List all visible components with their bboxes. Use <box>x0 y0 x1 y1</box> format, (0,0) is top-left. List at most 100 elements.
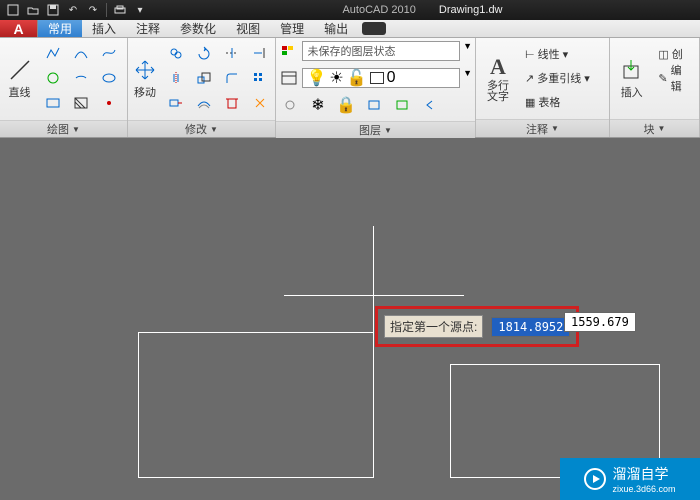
mtext-button[interactable]: A 多行 文字 <box>479 41 517 116</box>
coord-x-input[interactable]: 1814.8952 <box>491 317 570 337</box>
panel-draw: 直线 绘图▼ <box>0 38 128 137</box>
rotate-icon[interactable] <box>193 43 215 63</box>
tab-insert[interactable]: 插入 <box>82 20 126 37</box>
chevron-down-icon[interactable]: ▼ <box>463 41 472 61</box>
panel-block: 插入 ◫创 ✎编辑 块▼ <box>610 38 700 137</box>
save-icon[interactable] <box>44 2 62 18</box>
move-icon <box>133 58 157 82</box>
table-icon: ▦ <box>525 96 535 109</box>
create-icon: ◫ <box>658 48 668 61</box>
move-button[interactable]: 移动 <box>131 41 159 117</box>
layer-freeze-icon[interactable]: ❄ <box>307 95 329 115</box>
tab-view[interactable]: 视图 <box>226 20 270 37</box>
explode-icon[interactable] <box>249 93 271 113</box>
layer-iso-icon[interactable] <box>363 95 385 115</box>
drawing-rectangle-1 <box>138 332 374 478</box>
redo-icon[interactable]: ↷ <box>84 2 102 18</box>
tab-parametric[interactable]: 参数化 <box>170 20 226 37</box>
panel-label-annotation[interactable]: 注释▼ <box>476 119 609 137</box>
coord-y-input[interactable]: 1559.679 <box>564 312 636 332</box>
tab-extra-icon[interactable] <box>362 22 386 35</box>
chevron-down-icon[interactable]: ▼ <box>463 68 472 88</box>
tab-home[interactable]: 常用 <box>38 20 82 37</box>
copy-icon[interactable] <box>165 43 187 63</box>
quick-access-toolbar: ↶ ↷ ▾ <box>4 2 149 18</box>
lock-icon: 🔓 <box>347 68 367 88</box>
array-icon[interactable] <box>249 68 271 88</box>
layer-picker[interactable]: 💡 ☀ 🔓 0 <box>302 68 460 88</box>
drawing-viewport[interactable]: 指定第一个源点: 1814.8952 1559.679 溜溜自学 zixue.3… <box>0 138 700 500</box>
watermark: 溜溜自学 zixue.3d66.com <box>560 458 700 500</box>
dynamic-input-prompt: 指定第一个源点: 1814.8952 <box>375 306 579 347</box>
bulb-icon: 💡 <box>306 68 326 88</box>
circle-icon[interactable] <box>42 68 64 88</box>
watermark-url: zixue.3d66.com <box>612 484 675 494</box>
mirror-icon[interactable] <box>165 68 187 88</box>
print-icon[interactable] <box>111 2 129 18</box>
ellipse-icon[interactable] <box>98 68 120 88</box>
linear-dim-button[interactable]: ⊢线性 ▾ <box>525 43 590 65</box>
layer-off-icon[interactable] <box>279 95 301 115</box>
title-bar: ↶ ↷ ▾ AutoCAD 2010 Drawing1.dw <box>0 0 700 20</box>
app-name: AutoCAD 2010 <box>342 4 415 16</box>
file-name: Drawing1.dw <box>439 4 503 16</box>
sun-icon: ☀ <box>329 68 343 88</box>
undo-icon[interactable]: ↶ <box>64 2 82 18</box>
play-icon <box>584 468 606 490</box>
table-button[interactable]: ▦表格 <box>525 91 590 113</box>
insert-icon <box>620 58 644 82</box>
color-swatch <box>370 72 384 84</box>
edit-block-button[interactable]: ✎编辑 <box>658 67 692 89</box>
stretch-icon[interactable] <box>165 93 187 113</box>
app-menu-button[interactable]: A <box>0 20 38 37</box>
panel-label-block[interactable]: 块▼ <box>610 119 699 137</box>
tab-manage[interactable]: 管理 <box>270 20 314 37</box>
modify-tools <box>163 41 275 117</box>
panel-annotation: A 多行 文字 ⊢线性 ▾ ↗多重引线 ▾ ▦表格 注释▼ <box>476 38 610 137</box>
point-icon[interactable] <box>98 93 120 113</box>
panel-label-modify[interactable]: 修改▼ <box>128 120 275 137</box>
open-icon[interactable] <box>24 2 42 18</box>
panel-label-draw[interactable]: 绘图▼ <box>0 120 127 137</box>
layer-match-icon[interactable] <box>391 95 413 115</box>
layer-name: 0 <box>387 69 396 87</box>
trim-icon[interactable] <box>221 43 243 63</box>
arc-icon[interactable] <box>70 43 92 63</box>
qat-dropdown-icon[interactable]: ▾ <box>131 2 149 18</box>
offset-icon[interactable] <box>193 93 215 113</box>
command-prompt-text: 指定第一个源点: <box>384 315 483 338</box>
layer-prev-icon[interactable] <box>419 95 441 115</box>
layer-lock-icon[interactable]: 🔒 <box>335 95 357 115</box>
polyline-icon[interactable] <box>42 43 64 63</box>
tab-annotate[interactable]: 注释 <box>126 20 170 37</box>
spline-icon[interactable] <box>98 43 120 63</box>
erase-icon[interactable] <box>221 93 243 113</box>
panel-layer: 未保存的图层状态 ▼ 💡 ☀ 🔓 0 ▼ ❄ 🔒 <box>276 38 476 137</box>
panel-modify: 移动 修改▼ <box>128 38 276 137</box>
layer-state-dropdown[interactable]: 未保存的图层状态 <box>302 41 460 61</box>
line-icon <box>8 58 32 82</box>
hatch-icon[interactable] <box>70 93 92 113</box>
leader-icon: ↗ <box>525 72 534 85</box>
fillet-icon[interactable] <box>221 68 243 88</box>
crosshair-horizontal <box>284 295 464 296</box>
ribbon: 直线 绘图▼ 移动 <box>0 38 700 138</box>
text-icon: A <box>486 55 510 79</box>
insert-block-button[interactable]: 插入 <box>613 41 650 116</box>
layer-states-icon[interactable] <box>279 68 299 88</box>
dim-icon: ⊢ <box>525 48 535 61</box>
new-icon[interactable] <box>4 2 22 18</box>
tab-output[interactable]: 输出 <box>314 20 358 37</box>
panel-label-layer[interactable]: 图层▼ <box>276 121 475 138</box>
layer-properties-icon[interactable] <box>279 41 299 61</box>
mleader-button[interactable]: ↗多重引线 ▾ <box>525 67 590 89</box>
ribbon-tabs: A 常用 插入 注释 参数化 视图 管理 输出 <box>0 20 700 38</box>
line-button[interactable]: 直线 <box>3 41 36 117</box>
title-center: AutoCAD 2010 Drawing1.dw <box>149 4 696 16</box>
extend-icon[interactable] <box>249 43 271 63</box>
rectangle-icon[interactable] <box>42 93 64 113</box>
ellipse-arc-icon[interactable] <box>70 68 92 88</box>
scale-icon[interactable] <box>193 68 215 88</box>
watermark-brand: 溜溜自学 <box>612 466 668 482</box>
draw-tools <box>40 41 124 117</box>
